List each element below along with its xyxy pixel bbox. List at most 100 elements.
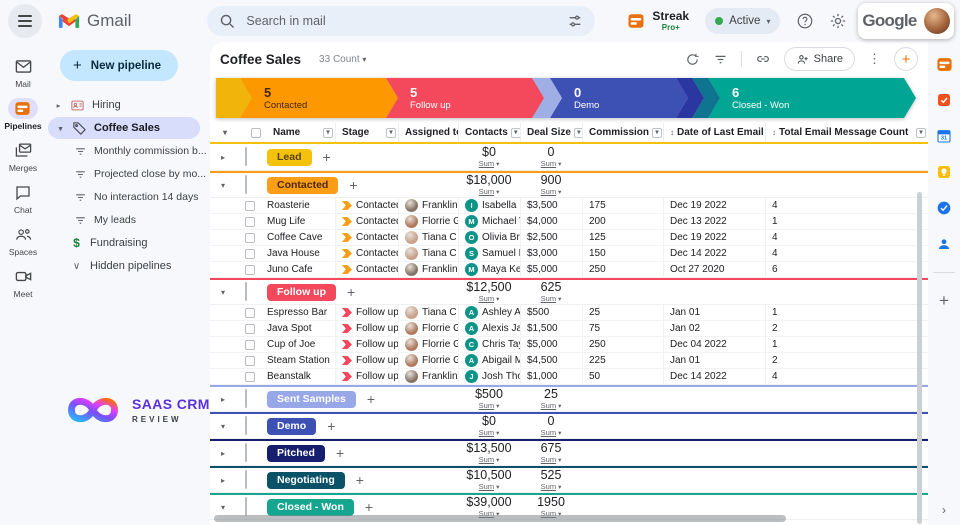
column-header-stage[interactable]: Stage▾ — [335, 123, 398, 142]
link-icon[interactable] — [755, 51, 771, 67]
chevron-down-icon[interactable]: ∨ — [70, 261, 83, 272]
stage-badge[interactable]: Sent Samples — [267, 391, 356, 408]
stage-badge[interactable]: Follow up — [267, 284, 336, 301]
group-checkbox[interactable] — [245, 470, 247, 489]
chevron-down-icon[interactable]: ▾ — [56, 124, 65, 133]
group-collapse-icon[interactable]: ▾ — [210, 503, 236, 512]
row-checkbox[interactable] — [245, 356, 255, 366]
column-dropdown-icon[interactable]: ▾ — [511, 128, 520, 138]
column-dropdown-icon[interactable]: ▾ — [574, 128, 582, 138]
streak-extension-badge[interactable]: Streak Pro+ — [627, 10, 689, 32]
row-checkbox[interactable] — [245, 249, 255, 259]
search-bar[interactable]: Search in mail — [207, 6, 595, 36]
row-checkbox[interactable] — [245, 217, 255, 227]
sum-dropdown[interactable]: Sum▾ — [458, 402, 520, 411]
add-row-icon[interactable]: + — [336, 445, 344, 461]
search-icon[interactable] — [219, 13, 236, 30]
table-row-coffee-cave[interactable]: Coffee CaveContactedTiana COOlivia Brow$… — [210, 230, 928, 246]
sidebar-rail-item-merges[interactable]: Merges — [8, 140, 38, 173]
vertical-scrollbar[interactable] — [917, 192, 922, 524]
sum-dropdown[interactable]: Sum▾ — [458, 188, 520, 197]
saved-view-monthly-commission-b[interactable]: Monthly commission b... — [46, 140, 210, 162]
sum-dropdown[interactable]: Sum▾ — [520, 456, 582, 465]
stage-badge[interactable]: Contacted — [267, 177, 338, 194]
table-row-beanstalk[interactable]: BeanstalkFollow upFranklin FJJosh Thom$1… — [210, 369, 928, 385]
sum-dropdown[interactable]: Sum▾ — [520, 188, 582, 197]
saved-view-my-leads[interactable]: My leads — [46, 209, 210, 231]
stage-badge[interactable]: Demo — [267, 418, 316, 435]
sidebar-rail-item-spaces[interactable]: Spaces — [8, 224, 38, 257]
column-header-total-email-message-count[interactable]: ↕Total Email Message Count▾ — [765, 123, 928, 142]
row-checkbox[interactable] — [245, 372, 255, 382]
table-row-steam-station[interactable]: Steam StationFollow upFlorrie GAAbigail … — [210, 353, 928, 369]
group-checkbox[interactable] — [245, 147, 247, 166]
funnel-stage-contacted[interactable]: 5Contacted — [240, 78, 398, 118]
column-header-name[interactable]: Name▾ — [267, 123, 335, 142]
group-checkbox[interactable] — [245, 416, 247, 435]
group-collapse-icon[interactable]: ▾ — [210, 181, 236, 190]
keep-icon[interactable] — [936, 164, 953, 181]
add-row-icon[interactable]: + — [356, 472, 364, 488]
stage-badge[interactable]: Closed - Won — [267, 499, 354, 516]
sum-dropdown[interactable]: Sum▾ — [520, 295, 582, 304]
table-row-cup-of-joe[interactable]: Cup of JoeFollow upFlorrie GCChris Taylo… — [210, 337, 928, 353]
search-options-icon[interactable] — [567, 13, 583, 29]
column-header-assigned-to[interactable]: Assigned to▾ — [398, 123, 458, 142]
stage-badge[interactable]: Lead — [267, 149, 312, 166]
column-dropdown-icon[interactable]: ▾ — [386, 128, 396, 138]
column-header-commission[interactable]: Commission▾ — [582, 123, 663, 142]
calendar-icon[interactable]: 31 — [936, 128, 953, 145]
row-checkbox[interactable] — [245, 201, 255, 211]
tasks-icon[interactable] — [936, 200, 953, 217]
row-checkbox[interactable] — [245, 308, 255, 318]
add-row-icon[interactable]: + — [367, 391, 375, 407]
saved-view-projected-close-by-mo[interactable]: Projected close by mo... — [46, 163, 210, 185]
sum-dropdown[interactable]: Sum▾ — [458, 456, 520, 465]
group-collapse-icon[interactable]: ▾ — [210, 422, 236, 431]
sidebar-item-hiring[interactable]: ▸Hiring — [46, 94, 210, 116]
add-box-button[interactable]: + — [894, 47, 918, 71]
sidebar-item-coffee-sales[interactable]: ▾Coffee Sales — [48, 117, 200, 139]
sidebar-rail-item-pipelines[interactable]: Pipelines — [4, 98, 41, 131]
row-checkbox[interactable] — [245, 324, 255, 334]
sum-dropdown[interactable]: Sum▾ — [520, 160, 582, 169]
column-dropdown-icon[interactable]: ▾ — [916, 128, 926, 138]
column-dropdown-icon[interactable]: ▾ — [323, 128, 333, 138]
sum-dropdown[interactable]: Sum▾ — [458, 295, 520, 304]
column-dropdown-icon[interactable]: ▾ — [652, 128, 662, 138]
sidebar-rail-item-chat[interactable]: Chat — [8, 182, 38, 215]
column-header-deal-size[interactable]: Deal Size▾ — [520, 123, 582, 142]
table-row-juno-cafe[interactable]: Juno CafeContactedFranklin FMMaya Keith$… — [210, 262, 928, 278]
funnel-stage-closed-won[interactable]: 6Closed - Won — [708, 78, 916, 118]
group-checkbox[interactable] — [245, 443, 247, 462]
select-all-checkbox[interactable] — [251, 128, 261, 138]
sum-dropdown[interactable]: Sum▾ — [520, 429, 582, 438]
stage-badge[interactable]: Negotiating — [267, 472, 345, 489]
row-checkbox[interactable] — [245, 265, 255, 275]
contacts-icon[interactable] — [936, 236, 953, 253]
sidebar-item-hidden-pipelines[interactable]: ∨Hidden pipelines — [46, 255, 210, 277]
group-checkbox[interactable] — [245, 389, 247, 408]
group-checkbox[interactable] — [245, 497, 247, 516]
collapse-panel-icon[interactable]: › — [942, 503, 946, 517]
group-expand-icon[interactable]: ▸ — [210, 395, 236, 404]
horizontal-scrollbar[interactable] — [214, 515, 786, 522]
row-checkbox[interactable] — [245, 340, 255, 350]
column-header-date-of-last-email[interactable]: ↕Date of Last Email▾ — [663, 123, 765, 142]
group-expand-icon[interactable]: ▸ — [210, 153, 236, 162]
sum-dropdown[interactable]: Sum▾ — [458, 160, 520, 169]
sum-dropdown[interactable]: Sum▾ — [520, 402, 582, 411]
saved-view-no-interaction-14-days[interactable]: No interaction 14 days — [46, 186, 210, 208]
table-row-roasterie[interactable]: RoasterieContactedFranklin FIIsabella M$… — [210, 198, 928, 214]
sum-dropdown[interactable]: Sum▾ — [458, 429, 520, 438]
new-pipeline-button[interactable]: + New pipeline — [60, 50, 178, 81]
share-button[interactable]: Share — [784, 47, 855, 71]
sidebar-item-fundraising[interactable]: $Fundraising — [46, 232, 210, 254]
add-row-icon[interactable]: + — [347, 284, 355, 300]
sidebar-rail-item-meet[interactable]: Meet — [8, 266, 38, 299]
chevron-right-icon[interactable]: ▸ — [54, 101, 63, 110]
group-expand-icon[interactable]: ▸ — [210, 449, 236, 458]
filter-icon[interactable] — [713, 52, 728, 67]
row-checkbox[interactable] — [245, 233, 255, 243]
get-addons-icon[interactable]: + — [939, 292, 949, 309]
